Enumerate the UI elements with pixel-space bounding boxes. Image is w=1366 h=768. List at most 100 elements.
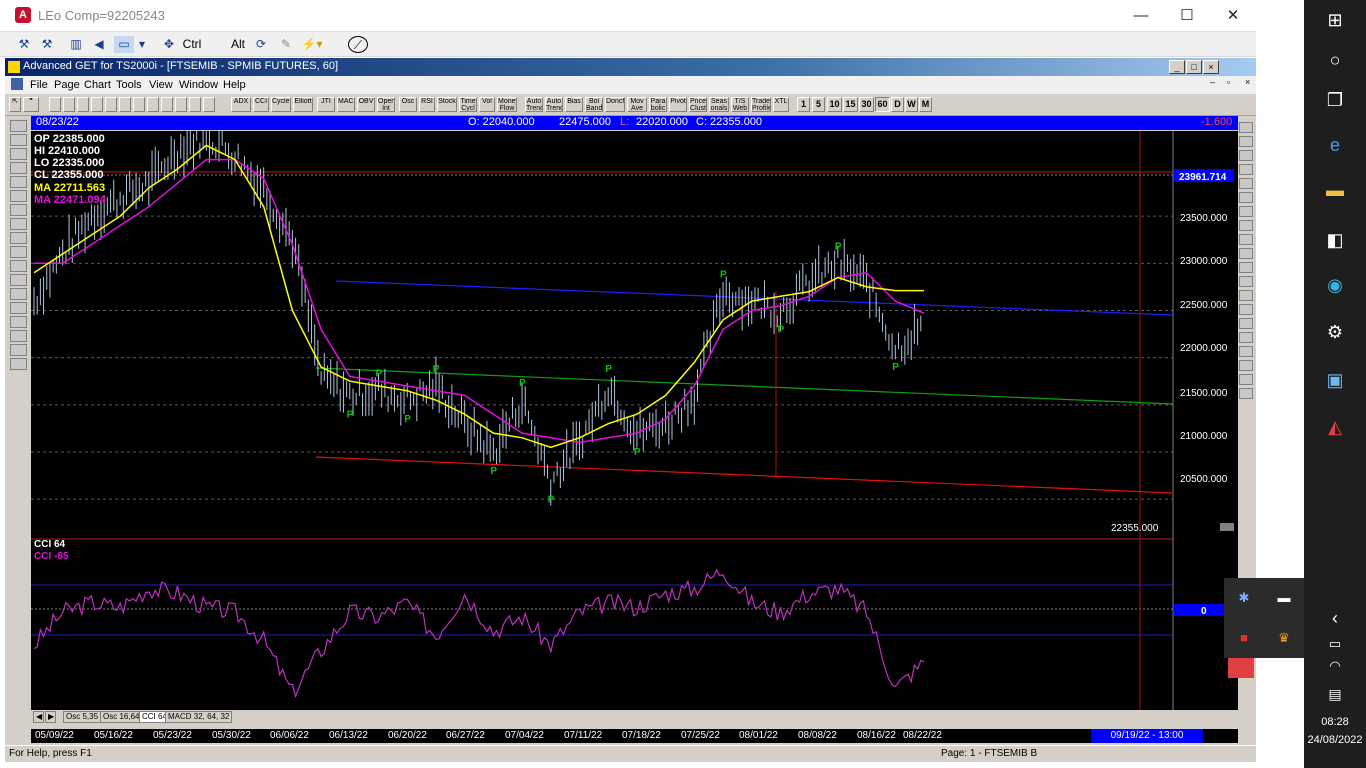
- ctrl-button[interactable]: Ctrl: [181, 36, 203, 53]
- store-icon[interactable]: ◧: [1323, 228, 1347, 252]
- edge-icon[interactable]: ◉: [1323, 273, 1347, 297]
- menu-close[interactable]: ×: [1245, 77, 1250, 87]
- tab-scroll-right[interactable]: ▶: [45, 711, 56, 723]
- study-auto-trend[interactable]: Auto Trend: [525, 97, 543, 112]
- right-tool-icon-13[interactable]: [1239, 290, 1253, 301]
- study-donch[interactable]: Donch: [605, 97, 625, 112]
- right-tool-close-icon[interactable]: [1239, 122, 1253, 133]
- right-tool-icon-11[interactable]: [1239, 262, 1253, 273]
- pointer-icon[interactable]: ⇱: [9, 97, 21, 112]
- menu-tools[interactable]: Tools: [116, 79, 142, 91]
- crosshair-icon[interactable]: ✥: [160, 36, 178, 53]
- bar-chart-icon[interactable]: [189, 97, 201, 112]
- tool-icon-1[interactable]: [10, 120, 27, 132]
- right-tool-icon-7[interactable]: [1239, 206, 1253, 217]
- right-tool-icon-14[interactable]: [1239, 304, 1253, 315]
- tool-icon-8[interactable]: [10, 218, 27, 230]
- study-seasonals[interactable]: Seas onals: [709, 97, 729, 112]
- study-bol-band[interactable]: Bol Band: [585, 97, 603, 112]
- wifi-icon[interactable]: ◠: [1323, 654, 1347, 678]
- tool-icon-9[interactable]: [10, 232, 27, 244]
- chart-icon[interactable]: [147, 97, 159, 112]
- study-cycles[interactable]: Cycles: [271, 97, 291, 112]
- close-button[interactable]: ✕: [1210, 0, 1256, 32]
- tool-icon-10[interactable]: [10, 246, 27, 258]
- draw-icon[interactable]: ✎: [278, 36, 294, 53]
- alt-button[interactable]: Alt: [228, 36, 248, 53]
- menu-help[interactable]: Help: [223, 79, 246, 91]
- timeframe-10[interactable]: 10: [827, 97, 842, 112]
- study-stock[interactable]: Stock: [437, 97, 457, 112]
- right-tool-pencil-icon[interactable]: [1239, 136, 1253, 147]
- edge-legacy-icon[interactable]: e: [1323, 133, 1347, 157]
- text-icon[interactable]: [203, 97, 215, 112]
- grid-icon[interactable]: [133, 97, 145, 112]
- tool-icon-5[interactable]: [10, 176, 27, 188]
- study-elliott[interactable]: Elliott: [293, 97, 313, 112]
- advanced-get-tray-icon[interactable]: ■: [1234, 628, 1254, 648]
- file-explorer-icon[interactable]: ▬: [1323, 178, 1347, 202]
- tool-icon-12[interactable]: [10, 274, 27, 286]
- tab-osc-5-35[interactable]: Osc 5,35: [63, 711, 102, 723]
- study-time-cycl[interactable]: Time Cycl: [459, 97, 477, 112]
- right-tool-icon-3[interactable]: [1239, 150, 1253, 161]
- timeframe-60[interactable]: 60: [875, 97, 890, 112]
- task-view-icon[interactable]: ❐: [1323, 88, 1347, 112]
- right-tool-icon-20[interactable]: [1239, 388, 1253, 399]
- right-tool-icon-12[interactable]: [1239, 276, 1253, 287]
- open-icon[interactable]: [63, 97, 75, 112]
- right-tool-icon-19[interactable]: [1239, 374, 1253, 385]
- right-tool-icon-8[interactable]: [1239, 220, 1253, 231]
- clock-date[interactable]: 24/08/2022: [1304, 734, 1366, 746]
- right-tool-zoom-icon[interactable]: [1239, 318, 1253, 329]
- timeframe-w[interactable]: W: [905, 97, 918, 112]
- search-icon[interactable]: ○: [1323, 48, 1347, 72]
- new-icon[interactable]: [49, 97, 61, 112]
- clock-icon[interactable]: ⟋: [348, 36, 368, 53]
- advanced-get-taskbar-icon[interactable]: ◭: [1323, 415, 1347, 439]
- right-tool-icon-10[interactable]: [1239, 248, 1253, 259]
- menu-chart[interactable]: Chart: [84, 79, 111, 91]
- timeframe-5[interactable]: 5: [812, 97, 825, 112]
- study-adx[interactable]: ADX: [231, 97, 251, 112]
- right-tool-icon-9[interactable]: [1239, 234, 1253, 245]
- right-tool-icon-17[interactable]: [1239, 346, 1253, 357]
- tab-osc-16-64[interactable]: Osc 16,64: [100, 711, 143, 723]
- start-icon[interactable]: ⊞: [1323, 8, 1347, 32]
- maximize-button[interactable]: ☐: [1164, 0, 1210, 32]
- clock-time[interactable]: 08:28: [1304, 716, 1366, 728]
- tool-icon-6[interactable]: [10, 190, 27, 202]
- study-mov-ave[interactable]: Mov Ave: [627, 97, 647, 112]
- study-bias[interactable]: Bias: [565, 97, 583, 112]
- settings-icon[interactable]: ⚙: [1323, 320, 1347, 344]
- right-tool-zoom-in-icon[interactable]: [1239, 332, 1253, 343]
- menu-page[interactable]: Page: [54, 79, 80, 91]
- zoom-icon[interactable]: [119, 97, 131, 112]
- tool-icon-11[interactable]: [10, 260, 27, 272]
- study-cci[interactable]: CCI: [253, 97, 269, 112]
- timeframe-d[interactable]: D: [891, 97, 904, 112]
- chart-restore-button[interactable]: □: [1186, 60, 1202, 74]
- menu-file[interactable]: File: [30, 79, 48, 91]
- study-jti[interactable]: JTI: [317, 97, 335, 112]
- tray-popup-app-icon[interactable]: [1228, 658, 1254, 678]
- copy-icon[interactable]: [105, 97, 117, 112]
- line-icon[interactable]: [175, 97, 187, 112]
- chevron-left-icon[interactable]: ‹: [1323, 606, 1347, 630]
- menu-minimize[interactable]: –: [1210, 77, 1215, 87]
- drive-icon[interactable]: ▬: [1274, 588, 1294, 608]
- study-rsi[interactable]: RSI: [419, 97, 435, 112]
- cci-chart[interactable]: CCI 64 CCI -85 0: [31, 538, 1238, 710]
- study-trade-profile[interactable]: Trade Profile: [751, 97, 771, 112]
- tool-icon-14[interactable]: [10, 302, 27, 314]
- right-tool-icon-4[interactable]: [1239, 164, 1253, 175]
- menu-view[interactable]: View: [149, 79, 173, 91]
- study-open-int[interactable]: Open Int: [377, 97, 395, 112]
- crown-icon[interactable]: ♛: [1274, 628, 1294, 648]
- speaker-icon[interactable]: ◀: [90, 36, 108, 53]
- tool-icon-3[interactable]: [10, 148, 27, 160]
- minimize-button[interactable]: —: [1118, 0, 1164, 32]
- tool-icon-18[interactable]: [10, 358, 27, 370]
- timeframe-15[interactable]: 15: [843, 97, 858, 112]
- tool-icon-16[interactable]: [10, 330, 27, 342]
